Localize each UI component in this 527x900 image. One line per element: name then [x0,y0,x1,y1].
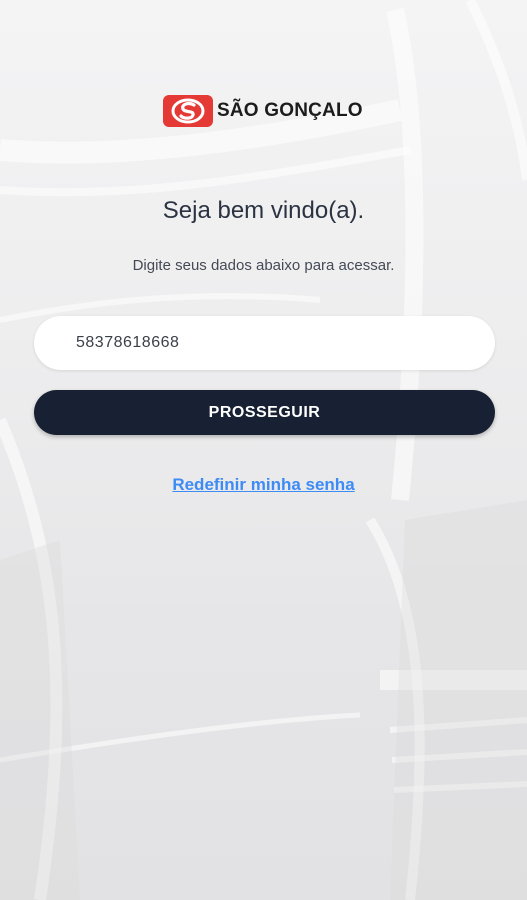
brand-name: SÃO GONÇALO [217,100,363,121]
login-screen: SÃO GONÇALO Seja bem vindo(a). Digite se… [0,0,527,900]
sao-goncalo-logo: SÃO GONÇALO [163,95,363,127]
cpf-field[interactable] [34,316,495,370]
welcome-heading: Seja bem vindo(a). [162,197,365,224]
reset-password-container: Redefinir minha senha [0,475,527,495]
reset-password-link[interactable]: Redefinir minha senha [172,475,354,494]
cpf-input[interactable] [74,333,455,353]
login-content: SÃO GONÇALO Seja bem vindo(a). Digite se… [0,0,527,900]
instructions-text: Digite seus dados abaixo para acessar. [132,257,395,274]
logo-mark-icon [163,95,213,127]
proceed-button[interactable]: PROSSEGUIR [34,390,495,435]
